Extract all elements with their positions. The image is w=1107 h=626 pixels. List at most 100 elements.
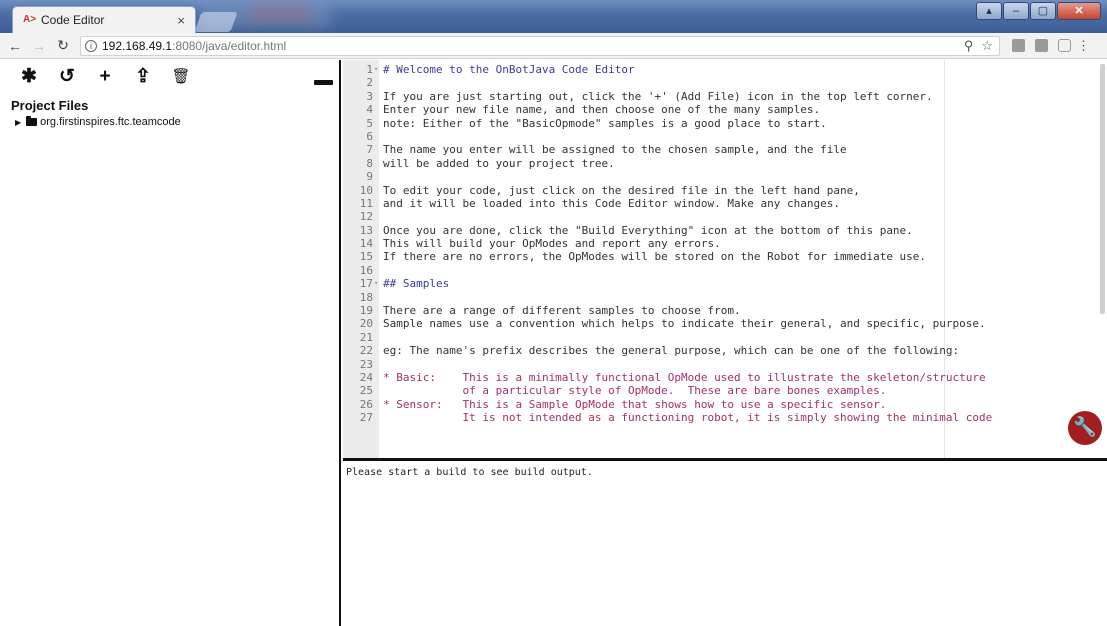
code-text: Once you are done, click the "Build Ever…: [383, 223, 913, 237]
menu-icon[interactable]: ⋮: [1077, 38, 1090, 54]
folder-icon: [26, 116, 38, 126]
browser-tab[interactable]: A> Code Editor ×: [12, 6, 196, 33]
code-line[interactable]: 8 will be added to your project tree.: [343, 157, 1107, 170]
tree-folder-teamcode[interactable]: ▶ org.firstinspires.ftc.teamcode: [15, 116, 181, 128]
code-text: Enter your new file name, and then choos…: [383, 103, 821, 117]
line-number: 24: [359, 370, 373, 384]
code-text: The name you enter will be assigned to t…: [383, 143, 847, 157]
collapse-pane-button[interactable]: [314, 80, 333, 85]
address-bar[interactable]: i 192.168.49.1:8080/java/editor.html ⚲ ☆: [80, 35, 1000, 56]
code-editor[interactable]: 1 ▾ # Welcome to the OnBotJava Code Editor…: [343, 60, 1107, 458]
code-text: eg: The name's prefix describes the gene…: [383, 344, 960, 358]
window-controls: ▴ – ▢ ✕: [976, 2, 1101, 20]
line-number: 8: [366, 156, 373, 170]
code-text: There are a range of different samples t…: [383, 304, 741, 318]
extension-pdf-icon[interactable]: [1012, 39, 1025, 52]
line-number: 1: [366, 63, 373, 76]
line-number: 23: [359, 357, 373, 371]
code-line[interactable]: 5 note: Either of the "BasicOpmode" sampl…: [343, 117, 1107, 130]
undo-icon[interactable]: ↺: [56, 66, 78, 88]
build-everything-wrench-icon[interactable]: 🔧: [1068, 411, 1102, 445]
info-icon[interactable]: i: [85, 39, 97, 52]
line-number: 26: [359, 397, 373, 411]
code-text: If there are no errors, the OpModes will…: [383, 250, 927, 264]
trash-icon[interactable]: 🗑: [170, 66, 192, 88]
add-file-icon[interactable]: +: [94, 66, 116, 88]
code-line[interactable]: 1 ▾ # Welcome to the OnBotJava Code Editor: [343, 63, 1107, 76]
upload-icon[interactable]: ⇪: [132, 66, 154, 88]
code-text: To edit your code, just click on the des…: [383, 183, 860, 197]
minimize-window-button[interactable]: –: [1003, 2, 1029, 20]
browser-title-bar: A> Code Editor × ▴ – ▢ ✕: [0, 0, 1107, 33]
line-number: 16: [359, 263, 373, 277]
code-line[interactable]: 17 ▾ ## Samples: [343, 277, 1107, 290]
code-line[interactable]: 21: [343, 331, 1107, 344]
code-line[interactable]: 9: [343, 170, 1107, 183]
code-line[interactable]: 15 If there are no errors, the OpModes wi…: [343, 250, 1107, 263]
code-line[interactable]: 13 Once you are done, click the "Build Ev…: [343, 224, 1107, 237]
extension-cast-icon[interactable]: [1058, 39, 1071, 52]
close-window-button[interactable]: ✕: [1057, 2, 1101, 20]
code-text: * Sensor: This is a Sample OpMode that s…: [383, 397, 887, 411]
line-number: 9: [366, 170, 373, 184]
code-line[interactable]: 27 It is not intended as a functioning r…: [343, 411, 1107, 424]
tab-close-icon[interactable]: ×: [177, 13, 185, 28]
code-line[interactable]: 20 Sample names use a convention which he…: [343, 317, 1107, 330]
line-number: 27: [359, 411, 373, 425]
line-number: 5: [366, 116, 373, 130]
line-number: 6: [366, 129, 373, 143]
code-line[interactable]: 22 eg: The name's prefix describes the ge…: [343, 344, 1107, 357]
build-output-panel: Please start a build to see build output…: [343, 461, 1107, 626]
code-line[interactable]: 10 To edit your code, just click on the d…: [343, 184, 1107, 197]
bookmark-star-icon[interactable]: ☆: [981, 38, 993, 54]
line-number: 18: [359, 290, 373, 304]
code-text: It is not intended as a functioning robo…: [383, 411, 993, 425]
code-line[interactable]: 2: [343, 76, 1107, 89]
code-line[interactable]: 12: [343, 210, 1107, 223]
project-pane: ✱ ↺ + ⇪ 🗑 Project Files ▶ org.firstinspi…: [0, 60, 341, 626]
line-number: 25: [359, 384, 373, 398]
code-line[interactable]: 23: [343, 358, 1107, 371]
forward-icon[interactable]: →: [30, 38, 48, 54]
code-line[interactable]: 4 Enter your new file name, and then choo…: [343, 103, 1107, 116]
code-line[interactable]: 18: [343, 291, 1107, 304]
line-number: 12: [359, 210, 373, 224]
line-number: 13: [359, 223, 373, 237]
line-number: 4: [366, 103, 373, 117]
new-tab-button[interactable]: [194, 12, 238, 32]
code-line[interactable]: 6: [343, 130, 1107, 143]
code-line[interactable]: 26 * Sensor: This is a Sample OpMode that…: [343, 398, 1107, 411]
url-path: :8080/java/editor.html: [172, 38, 287, 53]
fold-arrow-icon[interactable]: ▾: [374, 63, 378, 76]
code-line[interactable]: 3 If you are just starting out, click the…: [343, 90, 1107, 103]
tree-folder-label: org.firstinspires.ftc.teamcode: [40, 116, 181, 128]
fold-arrow-icon[interactable]: ▾: [374, 277, 378, 290]
editor-scrollbar[interactable]: [1100, 64, 1105, 314]
line-number: 3: [366, 89, 373, 103]
code-line[interactable]: 14 This will build your OpModes and repor…: [343, 237, 1107, 250]
line-number: 11: [359, 196, 373, 210]
code-line[interactable]: 25 of a particular style of OpMode. Thes…: [343, 384, 1107, 397]
line-number: 22: [359, 344, 373, 358]
zoom-icon[interactable]: ⚲: [964, 38, 974, 54]
code-line[interactable]: 16: [343, 264, 1107, 277]
code-text: This will build your OpModes and report …: [383, 237, 721, 251]
onbotjava-favicon-icon: A>: [23, 14, 37, 25]
code-line[interactable]: 19 There are a range of different samples…: [343, 304, 1107, 317]
line-number: 20: [359, 317, 373, 331]
maximize-window-button[interactable]: ▢: [1030, 2, 1056, 20]
code-line[interactable]: 24 * Basic: This is a minimally functiona…: [343, 371, 1107, 384]
code-line[interactable]: 7 The name you enter will be assigned to …: [343, 143, 1107, 156]
reload-icon[interactable]: ↻: [54, 37, 72, 54]
expand-arrow-icon[interactable]: ▶: [15, 118, 21, 127]
user-icon[interactable]: ▴: [976, 2, 1002, 20]
file-toolbar: ✱ ↺ + ⇪ 🗑: [18, 66, 192, 88]
extension-icon[interactable]: [1035, 39, 1048, 52]
code-lines[interactable]: 1 ▾ # Welcome to the OnBotJava Code Editor…: [343, 63, 1107, 425]
back-icon[interactable]: ←: [6, 38, 24, 54]
settings-icon[interactable]: ✱: [18, 66, 40, 88]
code-line[interactable]: 11 and it will be loaded into this Code E…: [343, 197, 1107, 210]
code-text: will be added to your project tree.: [383, 156, 615, 170]
code-text: Sample names use a convention which help…: [383, 317, 986, 331]
line-number: 15: [359, 250, 373, 264]
